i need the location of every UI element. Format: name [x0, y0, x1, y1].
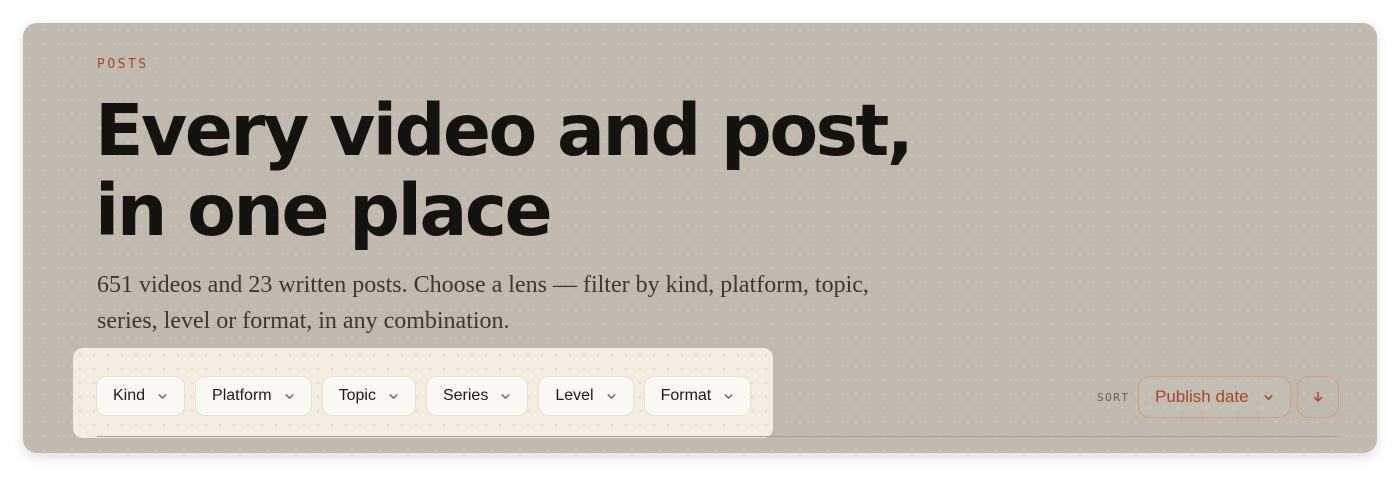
filter-bar: Kind Platform Topic Series Level Format — [96, 376, 752, 416]
filter-topic[interactable]: Topic — [321, 376, 416, 416]
arrow-down-icon — [1313, 391, 1323, 402]
filter-kind-label: Kind — [113, 387, 146, 404]
divider — [97, 436, 1339, 437]
filter-level[interactable]: Level — [538, 376, 634, 416]
filter-series[interactable]: Series — [425, 376, 529, 416]
chevron-down-icon — [285, 393, 294, 399]
chevron-down-icon — [607, 393, 616, 399]
filter-kind[interactable]: Kind — [96, 376, 186, 416]
chevron-down-icon — [724, 393, 733, 399]
page-subtitle: 651 videos and 23 written posts. Choose … — [97, 272, 869, 334]
filter-level-label: Level — [555, 387, 594, 404]
posts-header-card: POSTS Every video and post, in one place… — [23, 23, 1377, 453]
filter-series-label: Series — [442, 387, 489, 404]
filter-platform[interactable]: Platform — [195, 376, 312, 416]
filter-format-label: Format — [660, 387, 712, 404]
filter-topic-label: Topic — [338, 387, 376, 404]
chevron-down-icon — [501, 393, 510, 399]
filter-platform-label: Platform — [212, 387, 272, 404]
section-eyebrow: POSTS — [97, 57, 149, 72]
sort-select[interactable]: Publish date — [1138, 376, 1291, 418]
page-title: Every video and post, in one place — [95, 89, 914, 252]
filter-format[interactable]: Format — [643, 376, 752, 416]
chevron-down-icon — [1264, 394, 1273, 400]
sort-label: SORT — [1097, 391, 1130, 404]
sort-selected-value: Publish date — [1155, 387, 1249, 406]
sort-direction-button[interactable] — [1297, 376, 1339, 418]
chevron-down-icon — [158, 393, 167, 399]
chevron-down-icon — [389, 393, 398, 399]
